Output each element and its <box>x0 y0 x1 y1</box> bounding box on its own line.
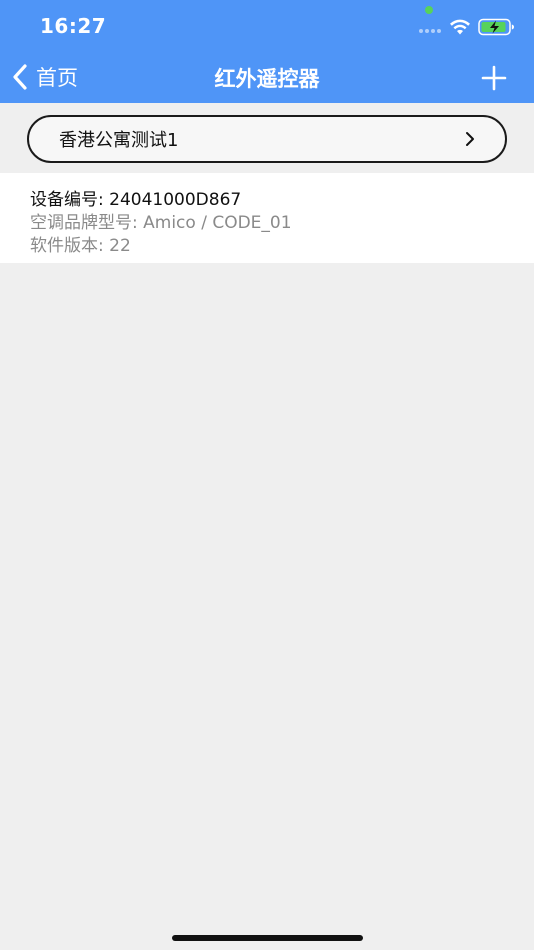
cellular-signal-icon <box>419 29 441 33</box>
status-time: 16:27 <box>40 14 107 38</box>
location-selector[interactable]: 香港公寓测试1 <box>27 115 507 163</box>
chevron-left-icon <box>13 64 27 90</box>
chevron-right-icon <box>466 132 474 146</box>
device-brand-model: 空调品牌型号: Amico / CODE_01 <box>30 213 292 233</box>
page-title: 红外遥控器 <box>214 67 320 91</box>
location-label: 香港公寓测试1 <box>59 130 179 151</box>
home-indicator <box>172 935 363 941</box>
plus-icon[interactable] <box>480 64 508 92</box>
back-label: 首页 <box>36 66 78 90</box>
device-software-version: 软件版本: 22 <box>30 236 131 256</box>
wifi-icon <box>450 19 470 35</box>
battery-charging-icon <box>478 18 514 36</box>
back-button[interactable]: 首页 <box>10 60 78 94</box>
device-card[interactable]: 设备编号: 24041000D867 空调品牌型号: Amico / CODE_… <box>0 173 534 263</box>
app-header: 16:27 首页 红外遥控器 <box>0 0 534 103</box>
privacy-indicator-dot <box>425 6 433 14</box>
device-id: 设备编号: 24041000D867 <box>30 190 242 210</box>
